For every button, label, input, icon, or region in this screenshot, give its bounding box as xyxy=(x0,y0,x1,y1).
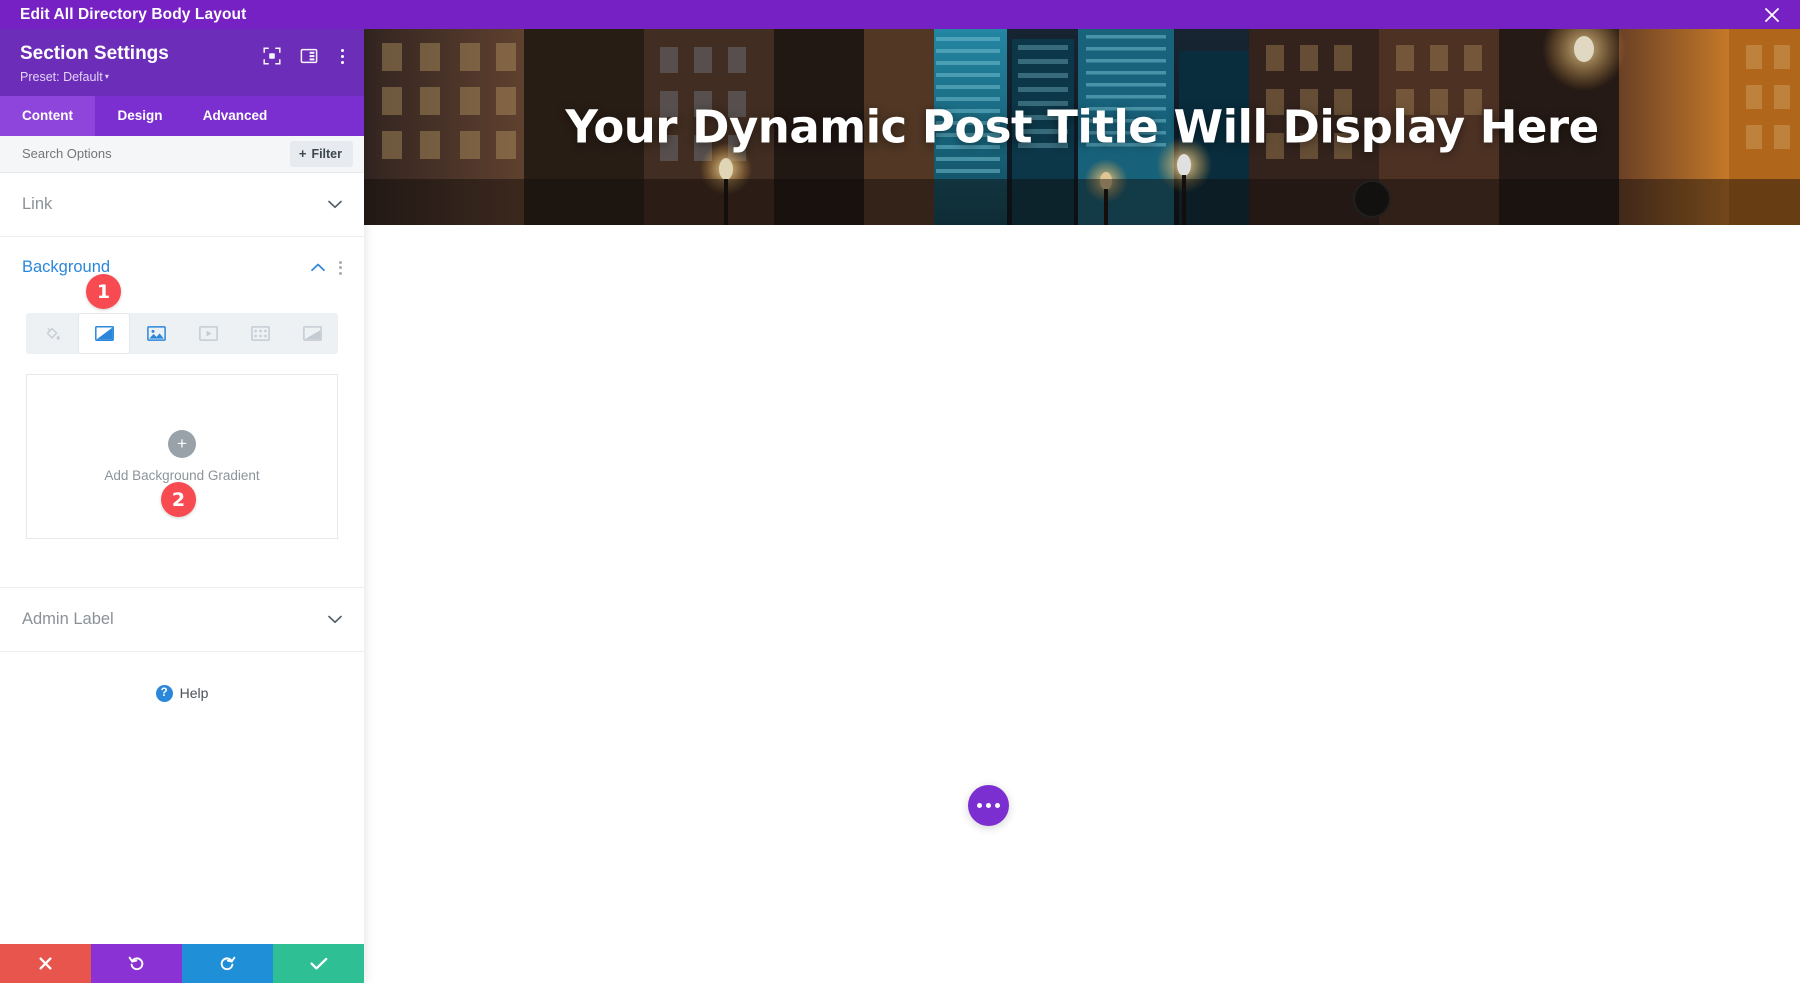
filter-button[interactable]: + Filter xyxy=(289,140,353,167)
video-icon xyxy=(198,325,218,341)
redo-icon xyxy=(219,955,236,972)
help-icon: ? xyxy=(155,684,173,702)
section-background[interactable]: Background xyxy=(0,237,364,299)
hero-title: Your Dynamic Post Title Will Display Her… xyxy=(565,100,1599,154)
check-icon xyxy=(309,957,328,971)
background-pattern-tab[interactable] xyxy=(234,313,286,354)
more-options-fab[interactable] xyxy=(968,785,1009,826)
background-type-tabs xyxy=(26,312,338,354)
panel-header: Section Settings Preset: Default ▾ xyxy=(0,29,364,96)
background-color-tab[interactable] xyxy=(26,313,78,354)
page-preview-canvas: Your Dynamic Post Title Will Display Her… xyxy=(364,29,1800,983)
background-video-tab[interactable] xyxy=(182,313,234,354)
pattern-icon xyxy=(250,325,270,341)
help-link[interactable]: ? Help xyxy=(0,684,364,702)
add-background-gradient-label: Add Background Gradient xyxy=(104,467,260,483)
search-input[interactable] xyxy=(22,146,252,162)
save-button[interactable] xyxy=(273,944,364,983)
step-badge-1: 1 xyxy=(86,274,121,309)
background-gradient-tab[interactable] xyxy=(78,312,130,354)
chevron-down-icon: ▾ xyxy=(102,71,109,81)
plus-icon: + xyxy=(168,429,196,458)
chevron-down-icon xyxy=(328,200,342,209)
window-title: Edit All Directory Body Layout xyxy=(20,5,247,23)
close-icon xyxy=(38,956,53,971)
cancel-button[interactable] xyxy=(0,944,91,983)
undo-icon xyxy=(128,955,145,972)
image-icon xyxy=(146,325,166,341)
background-image-tab[interactable] xyxy=(130,313,182,354)
panel-tabs: Content Design Advanced xyxy=(0,95,364,136)
tab-content[interactable]: Content xyxy=(0,95,95,136)
panel-action-bar xyxy=(0,944,364,983)
tab-design[interactable]: Design xyxy=(95,95,185,136)
tab-advanced[interactable]: Advanced xyxy=(185,95,285,136)
more-vertical-icon[interactable] xyxy=(337,48,348,64)
preset-selector[interactable]: Preset: Default ▾ xyxy=(20,70,364,84)
background-type-tabs-wrap xyxy=(0,299,364,354)
panel-layout-icon[interactable] xyxy=(300,47,318,65)
chevron-down-icon xyxy=(328,615,342,624)
section-link[interactable]: Link xyxy=(0,173,364,237)
panel-body: Link Background + Add Background Gradien… xyxy=(0,173,364,983)
gradient-icon xyxy=(94,325,114,341)
background-mask-tab[interactable] xyxy=(286,313,338,354)
section-background-more-icon[interactable] xyxy=(339,260,342,275)
plus-icon: + xyxy=(298,146,307,162)
step-badge-2: 2 xyxy=(161,482,196,517)
filter-button-label: Filter xyxy=(311,146,342,161)
section-link-label: Link xyxy=(22,194,53,213)
hero-section[interactable]: Your Dynamic Post Title Will Display Her… xyxy=(364,29,1800,225)
search-bar: + Filter xyxy=(0,135,364,173)
panel-header-actions xyxy=(263,47,348,65)
mask-icon xyxy=(302,325,322,341)
section-admin-label[interactable]: Admin Label xyxy=(0,588,364,652)
close-icon[interactable] xyxy=(1762,5,1782,25)
help-label: Help xyxy=(179,685,209,702)
section-admin-label-label: Admin Label xyxy=(22,609,114,628)
ellipsis-icon xyxy=(977,803,982,808)
chevron-up-icon[interactable] xyxy=(311,263,325,272)
paint-bucket-icon xyxy=(44,325,61,342)
undo-button[interactable] xyxy=(91,944,182,983)
window-title-bar: Edit All Directory Body Layout xyxy=(0,0,1800,29)
preset-label: Preset: Default xyxy=(20,69,103,84)
focus-target-icon[interactable] xyxy=(263,47,281,65)
redo-button[interactable] xyxy=(182,944,273,983)
